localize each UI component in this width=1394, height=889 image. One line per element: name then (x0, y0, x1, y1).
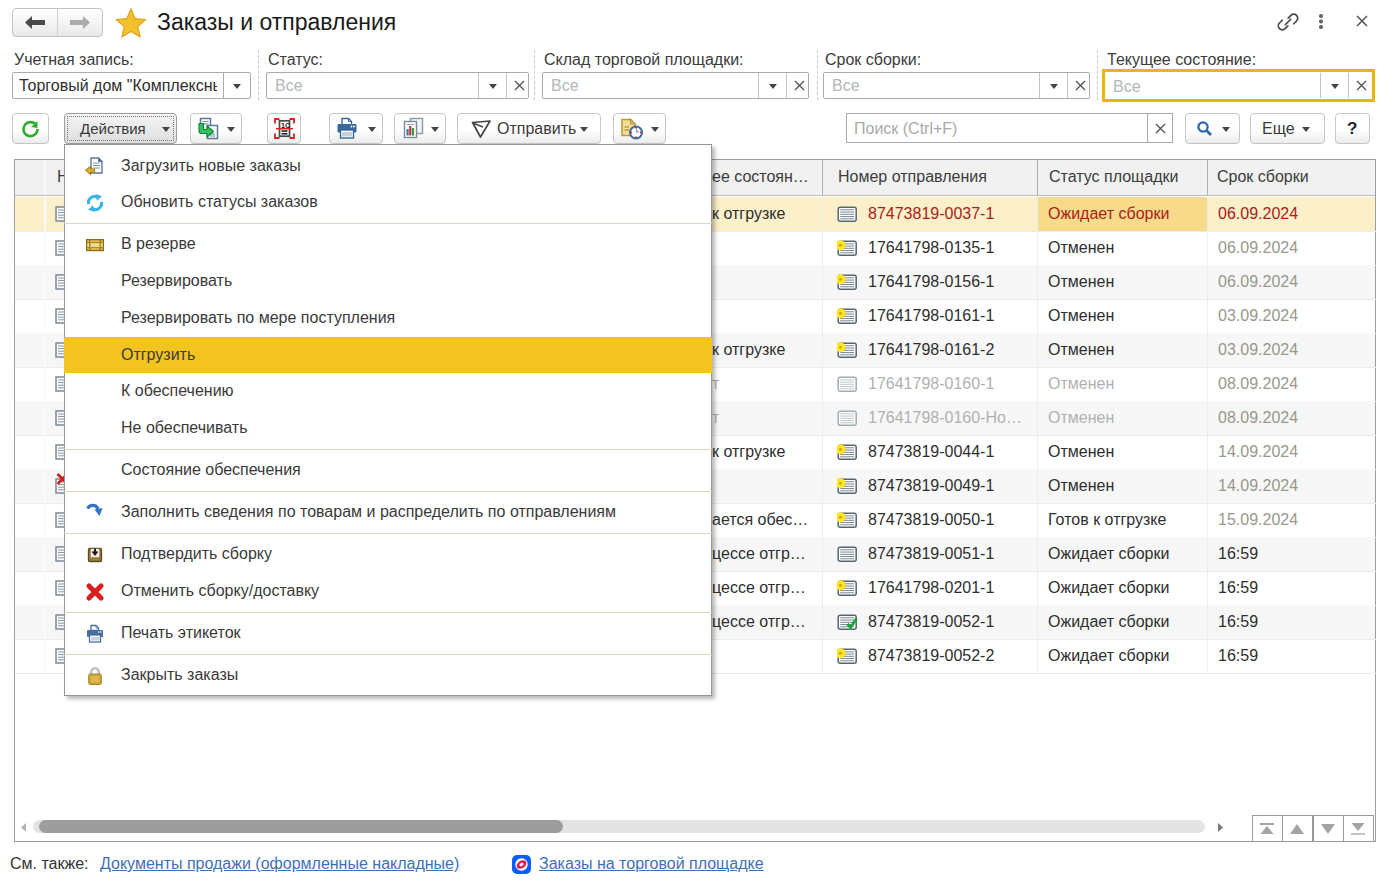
svg-text:1С: 1С (281, 122, 290, 129)
